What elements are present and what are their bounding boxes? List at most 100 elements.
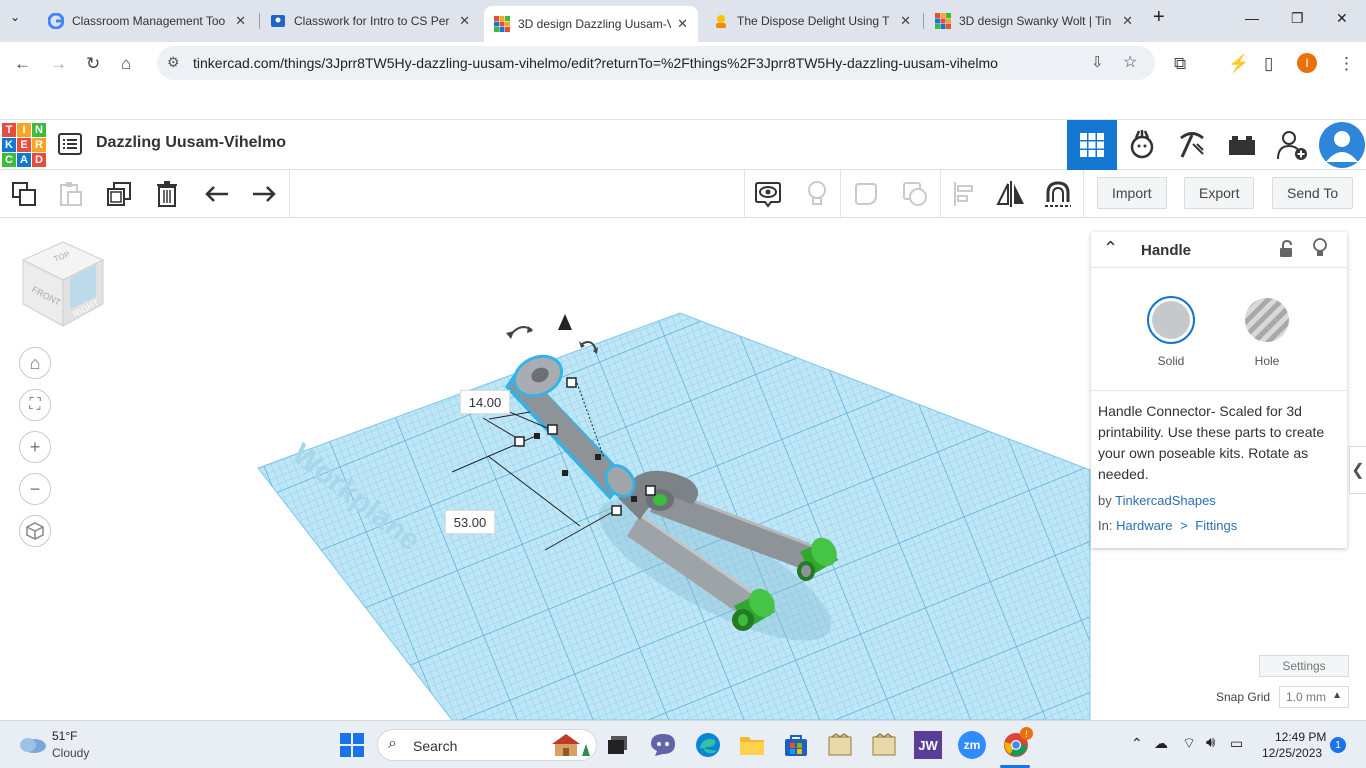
zoom-out-button[interactable]: − — [19, 473, 51, 505]
chrome-button[interactable]: ! — [1002, 727, 1033, 759]
rotate-handle-left[interactable] — [506, 326, 533, 339]
browser-tab-dazzling-active[interactable]: 3D design Dazzling Uusam-V ✕ — [484, 6, 698, 42]
lock-icon[interactable] — [1279, 240, 1293, 258]
profile-avatar[interactable]: I — [1297, 53, 1317, 73]
browser-tab-classroom-management[interactable]: Classroom Management Too ✕ — [38, 7, 256, 35]
send-to-button[interactable]: Send To — [1272, 177, 1354, 209]
tinkercad-logo[interactable]: T I N K E R C A D — [2, 123, 46, 167]
dimension-width-label[interactable]: 14.00 — [460, 390, 510, 414]
install-app-icon[interactable]: ⇩ — [1091, 53, 1104, 71]
collapse-chevron-up-icon[interactable]: ⌃ — [1103, 238, 1118, 259]
new-tab-plus-icon[interactable]: + — [1153, 6, 1165, 29]
design-menu-icon[interactable] — [58, 133, 82, 160]
clock-time[interactable]: 12:49 PM — [1275, 730, 1326, 744]
visibility-lightbulb-icon[interactable] — [1313, 238, 1327, 258]
wifi-icon[interactable]: ⌔ — [1182, 734, 1196, 753]
dimension-length-label[interactable]: 53.00 — [445, 510, 495, 534]
perspective-button[interactable] — [19, 515, 51, 547]
weather-condition[interactable]: Cloudy — [52, 746, 89, 760]
user-avatar-button[interactable] — [1317, 120, 1366, 170]
extensions-puzzle-icon[interactable]: ⧉ — [1174, 54, 1186, 74]
tab-search-chevron-icon[interactable]: ⌄ — [10, 10, 20, 24]
microsoft-store-button[interactable] — [782, 731, 810, 759]
start-button[interactable] — [338, 731, 366, 759]
invite-user-button[interactable] — [1267, 120, 1317, 170]
weather-cloud-icon[interactable] — [17, 733, 47, 755]
category-link-fittings[interactable]: Fittings — [1195, 518, 1237, 533]
teams-chat-button[interactable] — [649, 731, 677, 759]
cruise-magnet-button[interactable] — [1040, 176, 1076, 212]
minecraft-button[interactable] — [1167, 120, 1217, 170]
bricks-button[interactable] — [1217, 120, 1267, 170]
home-icon[interactable]: ⌂ — [121, 54, 131, 74]
side-panel-icon[interactable]: ▯ — [1264, 54, 1273, 74]
solid-option[interactable]: Solid — [1141, 296, 1201, 368]
jw-app-button[interactable]: JW — [914, 731, 942, 759]
paste-button[interactable] — [53, 176, 89, 212]
lift-cone-handle[interactable] — [558, 314, 572, 330]
hole-swatch[interactable] — [1245, 298, 1289, 342]
blocks-button[interactable] — [1117, 120, 1167, 170]
project-title[interactable]: Dazzling Uusam-Vihelmo — [96, 134, 286, 152]
onedrive-cloud-icon[interactable]: ☁ — [1154, 735, 1168, 752]
speaker-icon[interactable]: 🔊︎ — [1206, 734, 1215, 751]
app-pinned-button-2[interactable] — [870, 731, 898, 759]
taskbar-search[interactable]: ⌕ Search — [377, 729, 597, 761]
tab-close-icon[interactable]: ✕ — [1122, 13, 1133, 29]
settings-button[interactable]: Settings — [1259, 655, 1349, 677]
tab-close-icon[interactable]: ✕ — [677, 16, 688, 32]
export-button[interactable]: Export — [1184, 177, 1255, 209]
site-info-icon[interactable]: ⚙ — [167, 54, 180, 71]
file-explorer-button[interactable] — [738, 731, 766, 759]
author-link[interactable]: TinkercadShapes — [1115, 493, 1216, 508]
show-all-button[interactable] — [750, 176, 786, 212]
back-arrow-icon[interactable]: ← — [14, 54, 31, 74]
show-hidden-icons-chevron-icon[interactable]: ⌃ — [1131, 735, 1143, 752]
browser-tab-swanky-wolt[interactable]: 3D design Swanky Wolt | Tin ✕ — [925, 7, 1143, 35]
forward-arrow-icon[interactable]: → — [50, 54, 67, 74]
zoom-in-button[interactable]: + — [19, 431, 51, 463]
shapes-panel-toggle[interactable]: ❮ — [1349, 446, 1366, 494]
view-cube[interactable]: TOP FRONT RIGHT — [20, 238, 106, 330]
snap-grid-select[interactable]: 1.0 mm ▲ — [1279, 686, 1349, 708]
close-window-icon[interactable]: ✕ — [1336, 10, 1348, 27]
3d-view-grid-button[interactable] — [1067, 120, 1117, 170]
redo-button[interactable] — [246, 176, 282, 212]
fit-view-button[interactable]: ⛶ — [19, 389, 51, 421]
category-link-hardware[interactable]: Hardware — [1116, 518, 1172, 533]
browser-tab-dispose-delight[interactable]: The Dispose Delight Using T ✕ — [703, 7, 921, 35]
duplicate-button[interactable] — [101, 176, 137, 212]
hole-option[interactable]: Hole — [1237, 296, 1297, 368]
browser-menu-icon[interactable]: ⋮ — [1338, 54, 1355, 74]
tab-close-icon[interactable]: ✕ — [235, 13, 246, 29]
task-view-button[interactable] — [604, 731, 632, 759]
weather-temperature[interactable]: 51°F — [52, 729, 77, 743]
home-view-button[interactable]: ⌂ — [19, 347, 51, 379]
clock-date[interactable]: 12/25/2023 — [1262, 746, 1322, 760]
import-button[interactable]: Import — [1097, 177, 1167, 209]
copy-button[interactable] — [6, 176, 42, 212]
tab-close-icon[interactable]: ✕ — [459, 13, 470, 29]
align-button[interactable] — [946, 176, 982, 212]
zoom-app-button[interactable]: zm — [958, 731, 986, 759]
hide-button[interactable] — [799, 176, 835, 212]
notification-badge[interactable]: 1 — [1330, 737, 1346, 753]
restore-icon[interactable]: ❐ — [1291, 10, 1304, 27]
battery-icon[interactable]: ▭ — [1230, 735, 1243, 752]
ungroup-button[interactable] — [897, 176, 933, 212]
group-button[interactable] — [848, 176, 884, 212]
codeblocks-figure-icon — [1130, 130, 1154, 159]
delete-button[interactable] — [149, 176, 185, 212]
bookmark-star-icon[interactable]: ☆ — [1123, 52, 1137, 72]
minimize-icon[interactable]: — — [1245, 10, 1259, 26]
solid-color-swatch[interactable] — [1147, 296, 1195, 344]
tab-close-icon[interactable]: ✕ — [900, 13, 911, 29]
app-pinned-button-1[interactable] — [826, 731, 854, 759]
undo-button[interactable] — [199, 176, 235, 212]
browser-tab-classwork[interactable]: Classwork for Intro to CS Per ✕ — [260, 7, 480, 35]
mirror-button[interactable] — [993, 176, 1029, 212]
address-bar[interactable]: ⚙ tinkercad.com/things/3Jprr8TW5Hy-dazzl… — [157, 46, 1155, 80]
reload-icon[interactable]: ↻ — [86, 54, 100, 74]
edge-browser-button[interactable] — [694, 731, 722, 759]
performance-icon[interactable]: ⚡ — [1228, 54, 1249, 74]
